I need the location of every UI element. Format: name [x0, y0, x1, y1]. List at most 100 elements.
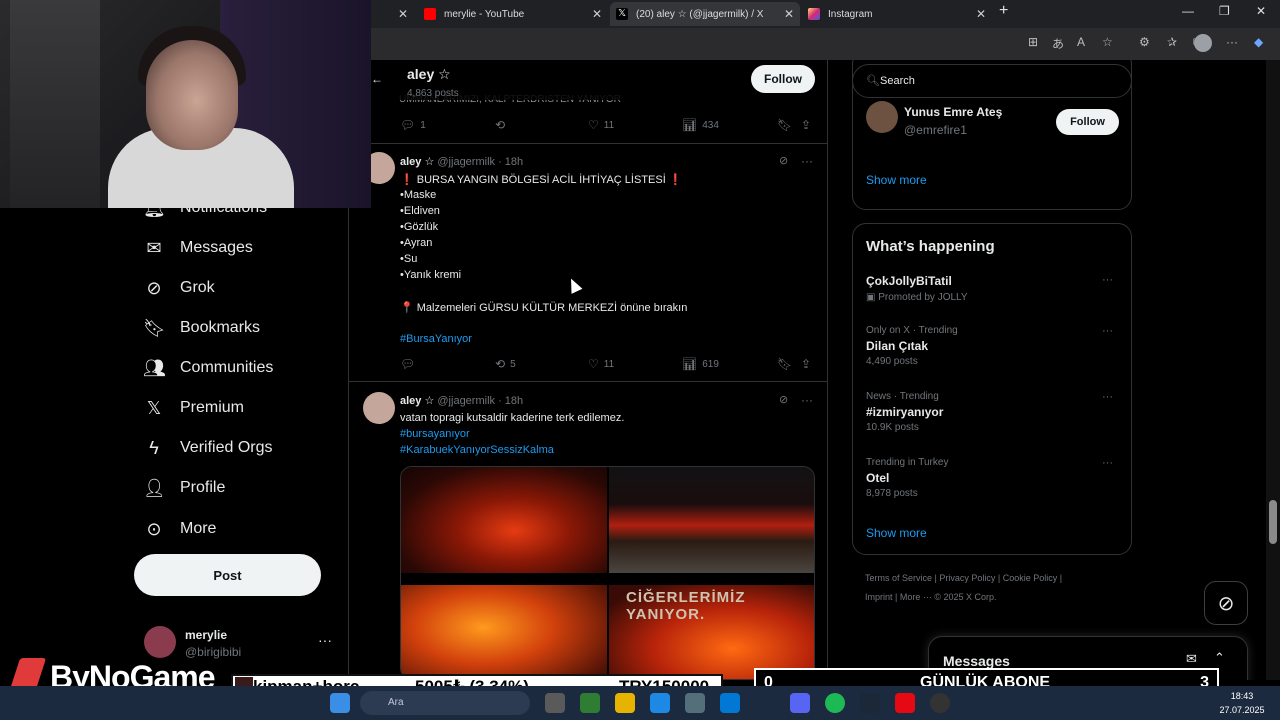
- close-window-icon[interactable]: ✕: [1256, 4, 1266, 18]
- nav-label: Communities: [180, 359, 274, 376]
- extensions-icon[interactable]: ⚙: [1139, 35, 1150, 49]
- post-button[interactable]: Post: [134, 554, 321, 596]
- footer-links[interactable]: Imprint | More ··· © 2025 X Corp.: [865, 592, 997, 602]
- show-more-link[interactable]: Show more: [866, 526, 927, 540]
- nav-bookmarks[interactable]: 🔖︎ Bookmarks: [143, 314, 260, 342]
- views-button[interactable]: 📊︎ 619: [682, 357, 719, 371]
- avatar[interactable]: [363, 392, 395, 424]
- more-dots-icon[interactable]: ···: [1102, 325, 1113, 337]
- outlook-icon[interactable]: [720, 693, 740, 713]
- trend-item[interactable]: Trending in Turkey Otel 8,978 posts ···: [866, 457, 1121, 499]
- tab-youtube[interactable]: merylie - YouTube ✕: [418, 2, 608, 26]
- more-dots-icon[interactable]: ···: [1102, 274, 1113, 286]
- spotify-icon[interactable]: [825, 693, 845, 713]
- divider: [349, 381, 827, 382]
- reply-button[interactable]: 💬︎: [400, 357, 420, 371]
- trend-context: Trending in Turkey: [866, 457, 949, 468]
- settings-more-icon[interactable]: ···: [1226, 35, 1238, 49]
- new-message-icon[interactable]: ✉: [1186, 651, 1197, 667]
- hashtag-link[interactable]: #KarabuekYanıyorSessizKalma: [400, 444, 554, 456]
- favorites-icon[interactable]: ✰: [1167, 35, 1177, 49]
- nav-more[interactable]: ⊙ More: [143, 515, 216, 543]
- app-icon[interactable]: [685, 693, 705, 713]
- follow-button[interactable]: Follow: [751, 65, 815, 93]
- maximize-icon[interactable]: ❐: [1219, 4, 1230, 18]
- minimize-icon[interactable]: —: [1182, 4, 1194, 18]
- nav-verified-orgs[interactable]: ϟ Verified Orgs: [143, 434, 272, 462]
- show-more-link[interactable]: Show more: [866, 173, 927, 187]
- trend-item[interactable]: Only on X · Trending Dilan Çıtak 4,490 p…: [866, 325, 1121, 367]
- tweet-author-handle[interactable]: @jjagermilk · 18h: [437, 156, 523, 168]
- grok-floating-button[interactable]: ⊘: [1204, 581, 1248, 625]
- suggested-user-name[interactable]: Yunus Emre Ateş: [904, 105, 1002, 119]
- follow-button[interactable]: Follow: [1056, 109, 1119, 135]
- tab-close-previous[interactable]: ✕: [392, 2, 412, 26]
- netflix-icon[interactable]: [895, 693, 915, 713]
- tweet-author-name[interactable]: aley ☆: [400, 395, 434, 407]
- retweet-button[interactable]: ⟲: [495, 118, 510, 132]
- reply-button[interactable]: 💬︎ 1: [400, 118, 426, 132]
- tab-title: (20) aley ☆ (@jjagermilk) / X: [636, 8, 764, 20]
- bookmark-button[interactable]: 🔖︎: [777, 118, 797, 132]
- retweet-button[interactable]: ⟲ 5: [495, 357, 516, 371]
- browser-profile-avatar[interactable]: [1194, 34, 1212, 52]
- page-scrollbar[interactable]: [1266, 60, 1280, 680]
- app-icon[interactable]: [580, 693, 600, 713]
- windows-start-icon[interactable]: [330, 693, 350, 713]
- task-view-icon[interactable]: [545, 693, 565, 713]
- webcam-background-door: [10, 0, 100, 208]
- back-arrow-icon[interactable]: ←: [371, 72, 383, 86]
- close-icon[interactable]: ✕: [784, 7, 794, 21]
- hashtag-link[interactable]: #BursaYanıyor: [400, 333, 472, 345]
- close-icon[interactable]: ✕: [398, 7, 408, 21]
- obs-icon[interactable]: [930, 693, 950, 713]
- bookmark-button[interactable]: 🔖︎: [777, 357, 797, 371]
- tab-x-profile[interactable]: 𝕏 (20) aley ☆ (@jjagermilk) / X ✕: [610, 2, 800, 26]
- edge-browser-icon[interactable]: [650, 693, 670, 713]
- nav-premium[interactable]: 𝕏 Premium: [143, 394, 244, 422]
- nav-profile[interactable]: 👤︎ Profile: [143, 474, 225, 502]
- tweet-media-grid[interactable]: CİĞERLERİMİZ YANIYOR.: [400, 466, 815, 680]
- avatar[interactable]: [866, 101, 898, 133]
- taskbar-search[interactable]: Ara: [360, 691, 530, 715]
- more-dots-icon[interactable]: ···: [801, 393, 813, 407]
- file-explorer-icon[interactable]: [615, 693, 635, 713]
- expand-chevron-icon[interactable]: ⌃: [1214, 650, 1225, 666]
- media-photo[interactable]: [401, 467, 607, 573]
- new-tab-button[interactable]: +: [999, 2, 1008, 20]
- tweet-author-handle[interactable]: @jjagermilk · 18h: [437, 395, 523, 407]
- hashtag-link[interactable]: #bursayanıyor: [400, 428, 470, 440]
- grok-explain-icon[interactable]: ⊘: [779, 154, 788, 167]
- media-photo[interactable]: [609, 467, 814, 573]
- tab-instagram[interactable]: Instagram ✕: [802, 2, 992, 26]
- like-button[interactable]: ♡ 11: [588, 118, 614, 132]
- nav-messages[interactable]: ✉ Messages: [143, 234, 252, 262]
- steam-icon[interactable]: [860, 693, 880, 713]
- translate-icon[interactable]: あ: [1052, 35, 1064, 52]
- trend-item[interactable]: News · Trending #izmiryanıyor 10.9K post…: [866, 391, 1121, 433]
- more-dots-icon[interactable]: ···: [1102, 391, 1113, 403]
- tweet-author-name[interactable]: aley ☆: [400, 156, 434, 168]
- scrollbar-thumb[interactable]: [1269, 500, 1277, 544]
- nav-communities[interactable]: 👥︎ Communities: [143, 354, 273, 382]
- discord-icon[interactable]: [790, 693, 810, 713]
- views-button[interactable]: 📊︎ 434: [682, 118, 719, 132]
- favorite-star-icon[interactable]: ☆: [1102, 35, 1113, 49]
- nav-grok[interactable]: ⊘ Grok: [143, 274, 214, 302]
- share-button[interactable]: ⇪: [801, 118, 816, 132]
- read-aloud-icon[interactable]: A: [1077, 35, 1085, 49]
- more-dots-icon[interactable]: ···: [318, 632, 332, 648]
- taskbar-clock[interactable]: 18:43 27.07.2025: [1212, 689, 1272, 717]
- close-icon[interactable]: ✕: [976, 7, 986, 21]
- share-button[interactable]: ⇪: [801, 357, 816, 371]
- trend-item[interactable]: ÇokJollyBiTatil ▣ Promoted by JOLLY ···: [866, 274, 1121, 303]
- more-dots-icon[interactable]: ···: [1102, 457, 1113, 469]
- copilot-icon[interactable]: ◆: [1254, 35, 1263, 49]
- footer-links[interactable]: Terms of Service | Privacy Policy | Cook…: [865, 573, 1062, 583]
- app-install-icon[interactable]: ⊞: [1028, 35, 1038, 49]
- more-dots-icon[interactable]: ···: [801, 154, 813, 168]
- close-icon[interactable]: ✕: [592, 7, 602, 21]
- like-button[interactable]: ♡ 11: [588, 357, 614, 371]
- media-photo[interactable]: [401, 585, 607, 679]
- grok-explain-icon[interactable]: ⊘: [779, 393, 788, 406]
